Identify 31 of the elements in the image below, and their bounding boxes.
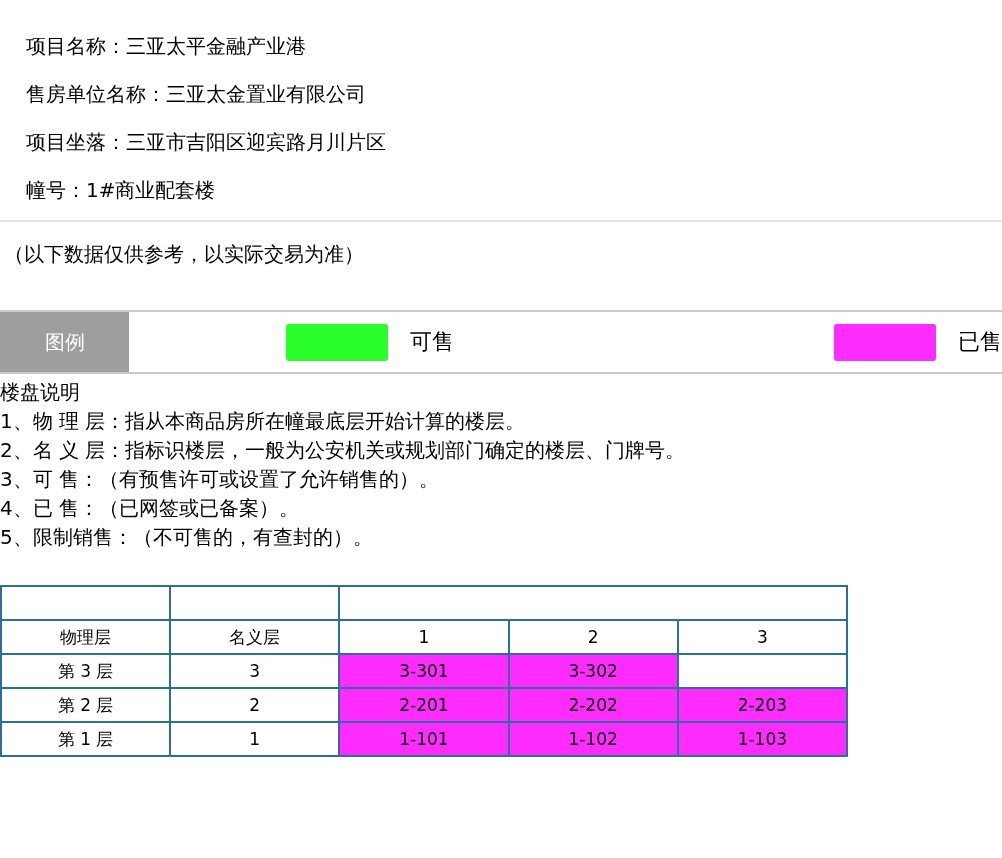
info-line: 售房单位名称：三亚太金置业有限公司: [26, 81, 367, 108]
table-cell: 第 1 层: [1, 722, 171, 756]
unit-cell[interactable]: 1-102: [508, 722, 678, 756]
note-line: 2、名 义 层：指标识楼层，一般为公安机关或规划部门确定的楼层、门牌号。: [0, 437, 687, 464]
table-cell: 3: [170, 654, 340, 688]
table-cell: 2: [170, 688, 340, 722]
info-line: 幢号：1#商业配套楼: [26, 177, 217, 204]
note-line: 1、物 理 层：指从本商品房所在幢最底层开始计算的楼层。: [0, 408, 527, 435]
disclaimer-text: （以下数据仅供参考，以实际交易为准）: [4, 241, 364, 268]
notes-title: 楼盘说明: [0, 379, 81, 406]
unit-cell[interactable]: 2-202: [508, 688, 678, 722]
unit-cell[interactable]: 2-203: [677, 688, 847, 722]
unit-cell[interactable]: 1-103: [677, 722, 847, 756]
legend-label: 可售: [410, 328, 454, 356]
legend-title: 图例: [0, 312, 129, 372]
unit-cell[interactable]: 2-201: [339, 688, 509, 722]
note-line: 5、限制销售：（不可售的，有查封的）。: [0, 524, 374, 551]
column-header: 3: [677, 620, 847, 654]
note-line: 3、可 售：（有预售许可或设置了允许销售的）。: [0, 466, 441, 493]
column-header: 名义层: [170, 620, 340, 654]
unit-cell[interactable]: 3-301: [339, 654, 509, 688]
unit-cell[interactable]: 3-302: [508, 654, 678, 688]
info-line: 项目坐落：三亚市吉阳区迎宾路月川片区: [26, 129, 387, 156]
note-line: 4、已 售：（已网签或已备案）。: [0, 495, 301, 522]
info-line: 项目名称：三亚太平金融产业港: [26, 33, 307, 60]
unit-cell[interactable]: 1-101: [339, 722, 509, 756]
table-cell: 第 2 层: [1, 688, 171, 722]
legend-label: 已售: [958, 328, 1002, 356]
column-header: 物理层: [1, 620, 171, 654]
table-cell: 第 3 层: [1, 654, 171, 688]
table-cell: 1: [170, 722, 340, 756]
